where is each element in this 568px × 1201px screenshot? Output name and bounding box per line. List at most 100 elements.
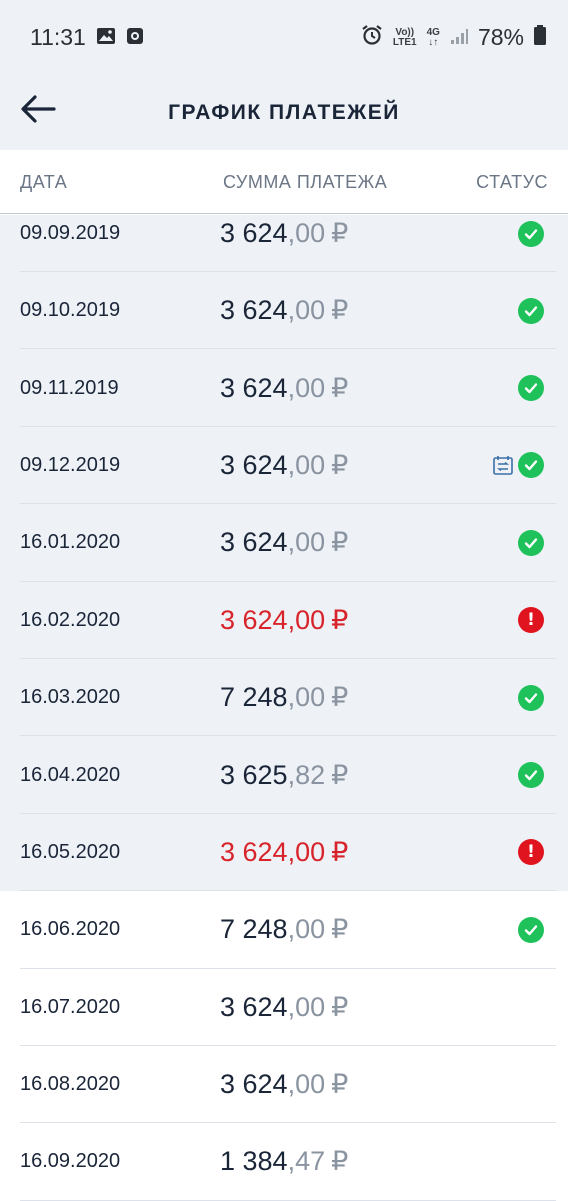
currency-symbol: ₽ (331, 836, 349, 867)
amount-integer: 3 624 (220, 295, 288, 326)
payment-date: 16.09.2020 (20, 1150, 121, 1173)
back-button[interactable] (18, 89, 58, 129)
payment-status (518, 205, 544, 262)
table-row[interactable]: 16.04.2020 3 625,82 ₽ (0, 736, 568, 814)
amount-integer: 3 625 (220, 759, 288, 790)
volte-indicator: Vo)) LTE1 (392, 27, 417, 48)
amount-integer: 3 624 (220, 991, 288, 1022)
payment-date: 16.01.2020 (20, 531, 121, 554)
table-row[interactable]: 16.02.2020 3 624,00 ₽! (0, 581, 568, 659)
table-row[interactable]: 16.06.2020 7 248,00 ₽ (0, 891, 568, 969)
payment-amount: 7 248,00 ₽ (220, 891, 348, 968)
currency-symbol: ₽ (331, 914, 349, 945)
payment-amount: 1 384,47 ₽ (220, 1123, 348, 1200)
check-circle-icon (518, 297, 544, 324)
payment-date: 16.05.2020 (20, 840, 121, 863)
payment-date: 16.06.2020 (20, 918, 121, 941)
check-circle-icon (518, 375, 544, 402)
arrow-left-icon (21, 95, 56, 123)
payment-date: 09.10.2019 (20, 299, 121, 322)
amount-integer: 3 624 (220, 836, 288, 867)
payment-amount: 3 624,00 ₽ (220, 504, 348, 581)
table-row[interactable]: 09.09.2019 3 624,00 ₽ (0, 215, 568, 272)
battery-icon (534, 24, 546, 52)
payment-amount: 3 624,00 ₽ (220, 814, 348, 891)
payment-date: 16.07.2020 (20, 995, 121, 1018)
currency-symbol: ₽ (331, 991, 349, 1022)
amount-decimals: ,47 (287, 1146, 326, 1177)
payment-status (518, 659, 544, 736)
amount-decimals: ,00 (287, 991, 326, 1022)
signal-icon (450, 24, 468, 51)
payment-amount: 3 624,00 ₽ (220, 205, 348, 262)
table-row[interactable]: 16.03.2020 7 248,00 ₽ (0, 658, 568, 737)
table-row[interactable]: 09.11.2019 3 624,00 ₽ (0, 349, 568, 427)
volte-bottom-label: LTE1 (392, 36, 417, 48)
table-row[interactable]: 16.09.2020 1 384,47 ₽ (0, 1123, 568, 1201)
header-date: ДАТА (20, 172, 68, 192)
calendar-transfer-icon (492, 454, 514, 476)
amount-decimals: ,00 (287, 836, 326, 867)
table-row[interactable]: 16.08.2020 3 624,00 ₽ (0, 1045, 568, 1124)
table-row[interactable]: 16.07.2020 3 624,00 ₽ (0, 968, 568, 1046)
network-indicator: 4G ↓↑ (427, 27, 440, 48)
amount-decimals: ,00 (287, 682, 326, 713)
check-circle-icon (518, 452, 544, 479)
amount-decimals: ,00 (287, 1069, 326, 1100)
payment-amount: 3 624,00 ₽ (220, 969, 348, 1046)
amount-integer: 7 248 (220, 682, 288, 713)
payment-status (518, 736, 544, 813)
amount-integer: 3 624 (220, 604, 288, 635)
payment-amount: 3 624,00 ₽ (220, 349, 348, 426)
amount-decimals: ,00 (287, 527, 326, 558)
status-bar-left: 11:31 (30, 24, 144, 51)
status-bar-right: Vo)) LTE1 4G ↓↑ 78% (361, 24, 546, 52)
payment-amount: 3 624,00 ₽ (220, 272, 348, 349)
amount-integer: 3 624 (220, 372, 288, 403)
payment-status (518, 272, 544, 349)
amount-integer: 3 624 (220, 1069, 288, 1100)
payment-amount: 3 624,00 ₽ (220, 427, 348, 504)
header-status: СТАТУС (476, 172, 548, 192)
payment-date: 16.08.2020 (20, 1073, 121, 1096)
payment-status: ! (518, 582, 544, 659)
check-circle-icon (518, 762, 544, 789)
check-circle-icon (518, 916, 544, 943)
check-circle-icon (518, 529, 544, 556)
amount-integer: 3 624 (220, 218, 288, 248)
payment-status (518, 504, 544, 581)
payment-status (518, 891, 544, 968)
currency-symbol: ₽ (331, 1069, 349, 1100)
amount-integer: 3 624 (220, 527, 288, 558)
currency-symbol: ₽ (331, 682, 349, 713)
currency-symbol: ₽ (331, 527, 349, 558)
payment-status (492, 427, 544, 504)
currency-symbol: ₽ (331, 372, 349, 403)
amount-decimals: ,82 (287, 759, 326, 790)
table-row[interactable]: 16.01.2020 3 624,00 ₽ (0, 504, 568, 582)
exclamation-circle-icon: ! (518, 607, 544, 634)
table-row[interactable]: 16.05.2020 3 624,00 ₽! (0, 813, 568, 892)
table-row[interactable]: 09.12.2019 3 624,00 ₽ (0, 426, 568, 505)
payment-status (518, 349, 544, 426)
payments-list: 09.09.2019 3 624,00 ₽09.10.2019 3 624,00 ₽09… (0, 215, 568, 1201)
amount-decimals: ,00 (287, 604, 326, 635)
gallery-icon (96, 24, 116, 51)
amount-decimals: ,00 (287, 218, 326, 248)
amount-integer: 7 248 (220, 914, 288, 945)
status-bar: 11:31 Vo)) LTE1 4G ↓↑ 78% (0, 0, 568, 75)
screen-record-icon (126, 24, 144, 51)
exclamation-circle-icon: ! (518, 839, 544, 866)
page-title: ГРАФИК ПЛАТЕЖЕЙ (168, 100, 400, 124)
alarm-icon (361, 24, 383, 52)
payment-date: 16.03.2020 (20, 686, 121, 709)
currency-symbol: ₽ (331, 449, 349, 480)
currency-symbol: ₽ (331, 604, 349, 635)
amount-decimals: ,00 (287, 449, 326, 480)
header-amount: СУММА ПЛАТЕЖА (223, 172, 388, 192)
amount-decimals: ,00 (287, 914, 326, 945)
clock: 11:31 (30, 24, 86, 50)
currency-symbol: ₽ (331, 759, 349, 790)
payment-amount: 3 625,82 ₽ (220, 736, 348, 813)
table-row[interactable]: 09.10.2019 3 624,00 ₽ (0, 272, 568, 350)
